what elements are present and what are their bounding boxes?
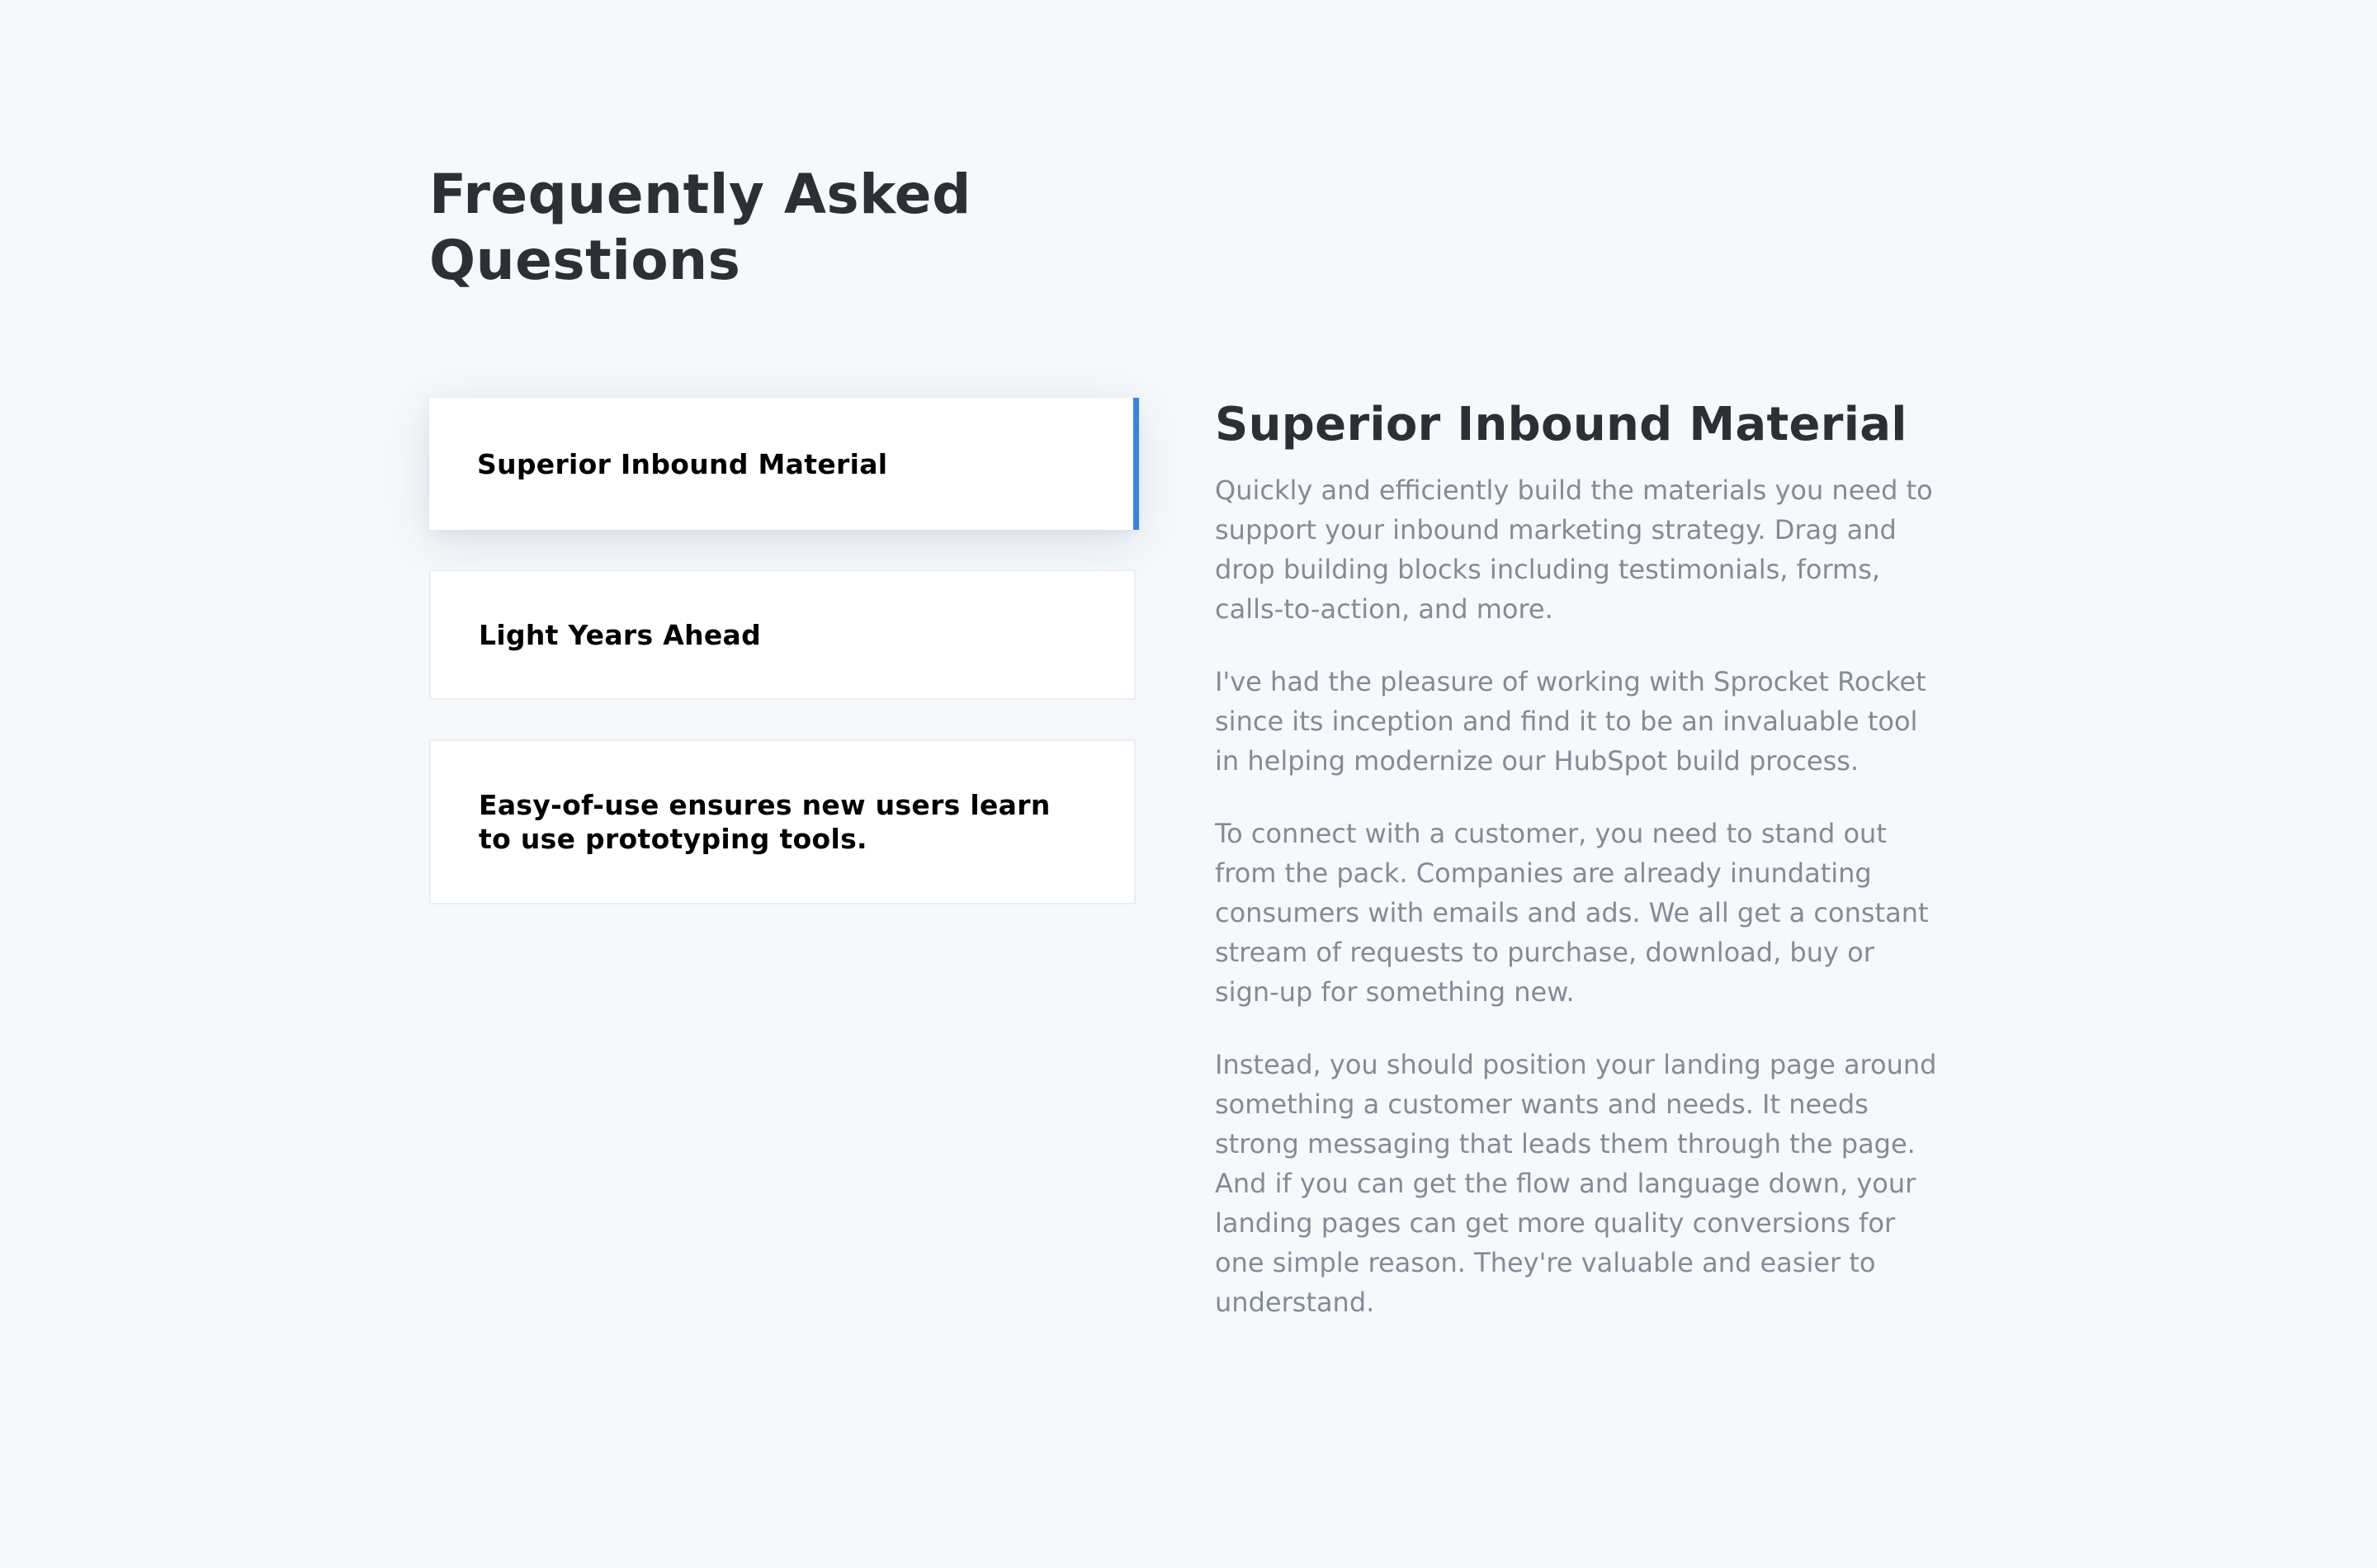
tab-superior-inbound-material[interactable]: Superior Inbound Material xyxy=(429,398,1139,530)
faq-section: Frequently Asked Questions Superior Inbo… xyxy=(0,0,2377,1568)
answer-paragraph: Quickly and efficiently build the materi… xyxy=(1215,475,1933,625)
answer-heading: Superior Inbound Material xyxy=(1215,398,1907,451)
tab-label: Light Years Ahead xyxy=(479,618,762,651)
tab-label: Easy-of-use ensures new users learn to u… xyxy=(479,789,1051,855)
answer-paragraph: Instead, you should position your landin… xyxy=(1215,1049,1937,1318)
tab-easy-of-use[interactable]: Easy-of-use ensures new users learn to u… xyxy=(429,739,1136,904)
faq-answer-panel: Superior Inbound Material Quickly and ef… xyxy=(1215,393,1941,1355)
answer-paragraph: To connect with a customer, you need to … xyxy=(1215,818,1929,1008)
tab-light-years-ahead[interactable]: Light Years Ahead xyxy=(429,569,1136,700)
tab-label: Superior Inbound Material xyxy=(477,447,888,480)
answer-paragraph: I've had the pleasure of working with Sp… xyxy=(1215,666,1926,777)
page-title: Frequently Asked Questions xyxy=(429,163,971,292)
